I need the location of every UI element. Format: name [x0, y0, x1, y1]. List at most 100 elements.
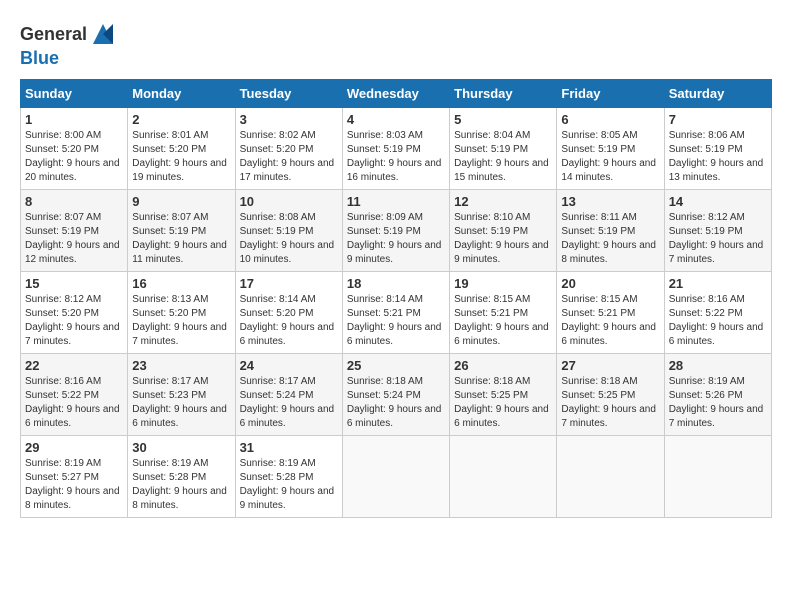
calendar-cell: 4 Sunrise: 8:03 AMSunset: 5:19 PMDaylight… — [342, 108, 449, 190]
calendar-cell: 6 Sunrise: 8:05 AMSunset: 5:19 PMDaylight… — [557, 108, 664, 190]
calendar-cell: 24 Sunrise: 8:17 AMSunset: 5:24 PMDayligh… — [235, 354, 342, 436]
day-info: Sunrise: 8:15 AMSunset: 5:21 PMDaylight:… — [561, 293, 659, 349]
day-info: Sunrise: 8:09 AMSunset: 5:19 PMDaylight:… — [347, 211, 445, 267]
calendar-header-row: SundayMondayTuesdayWednesdayThursdayFrid… — [21, 80, 772, 108]
day-info: Sunrise: 8:18 AMSunset: 5:25 PMDaylight:… — [561, 375, 659, 431]
day-info: Sunrise: 8:16 AMSunset: 5:22 PMDaylight:… — [669, 293, 767, 349]
calendar-cell: 18Sunrise: 8:14 AMSunset: 5:21 PMDayligh… — [342, 272, 449, 354]
calendar-cell: 23Sunrise: 8:17 AMSunset: 5:23 PMDayligh… — [128, 354, 235, 436]
day-info: Sunrise: 8:08 AMSunset: 5:19 PMDaylight:… — [240, 211, 338, 267]
calendar-cell: 14Sunrise: 8:12 AMSunset: 5:19 PMDayligh… — [664, 190, 771, 272]
day-number: 31 — [240, 440, 338, 455]
calendar-week-2: 8 Sunrise: 8:07 AMSunset: 5:19 PMDaylight… — [21, 190, 772, 272]
day-info: Sunrise: 8:11 AMSunset: 5:19 PMDaylight:… — [561, 211, 659, 267]
calendar-cell: 31 Sunrise: 8:19 AMSunset: 5:28 PMDayligh… — [235, 436, 342, 518]
calendar-cell: 13Sunrise: 8:11 AMSunset: 5:19 PMDayligh… — [557, 190, 664, 272]
day-info: Sunrise: 8:13 AMSunset: 5:20 PMDaylight:… — [132, 293, 230, 349]
day-info: Sunrise: 8:03 AMSunset: 5:19 PMDaylight:… — [347, 129, 445, 185]
calendar-cell: 5 Sunrise: 8:04 AMSunset: 5:19 PMDaylight… — [450, 108, 557, 190]
day-number: 18 — [347, 276, 445, 291]
header-sunday: Sunday — [21, 80, 128, 108]
day-info: Sunrise: 8:07 AMSunset: 5:19 PMDaylight:… — [132, 211, 230, 267]
day-number: 12 — [454, 194, 552, 209]
day-number: 30 — [132, 440, 230, 455]
day-info: Sunrise: 8:17 AMSunset: 5:24 PMDaylight:… — [240, 375, 338, 431]
header-monday: Monday — [128, 80, 235, 108]
day-info: Sunrise: 8:00 AMSunset: 5:20 PMDaylight:… — [25, 129, 123, 185]
day-number: 6 — [561, 112, 659, 127]
calendar-cell: 30Sunrise: 8:19 AMSunset: 5:28 PMDayligh… — [128, 436, 235, 518]
day-info: Sunrise: 8:18 AMSunset: 5:25 PMDaylight:… — [454, 375, 552, 431]
calendar-week-4: 22 Sunrise: 8:16 AMSunset: 5:22 PMDayligh… — [21, 354, 772, 436]
calendar-week-1: 1 Sunrise: 8:00 AMSunset: 5:20 PMDaylight… — [21, 108, 772, 190]
logo-icon — [89, 20, 117, 48]
day-number: 8 — [25, 194, 123, 209]
day-number: 5 — [454, 112, 552, 127]
day-number: 17 — [240, 276, 338, 291]
day-info: Sunrise: 8:07 AMSunset: 5:19 PMDaylight:… — [25, 211, 123, 267]
day-info: Sunrise: 8:02 AMSunset: 5:20 PMDaylight:… — [240, 129, 338, 185]
logo: General Blue — [20, 20, 117, 69]
day-number: 15 — [25, 276, 123, 291]
calendar-cell: 26 Sunrise: 8:18 AMSunset: 5:25 PMDayligh… — [450, 354, 557, 436]
day-info: Sunrise: 8:14 AMSunset: 5:20 PMDaylight:… — [240, 293, 338, 349]
day-number: 2 — [132, 112, 230, 127]
calendar-week-5: 29Sunrise: 8:19 AMSunset: 5:27 PMDayligh… — [21, 436, 772, 518]
day-number: 10 — [240, 194, 338, 209]
calendar-cell: 19 Sunrise: 8:15 AMSunset: 5:21 PMDayligh… — [450, 272, 557, 354]
day-number: 14 — [669, 194, 767, 209]
page-header: General Blue — [20, 20, 772, 69]
day-number: 3 — [240, 112, 338, 127]
calendar-cell: 20 Sunrise: 8:15 AMSunset: 5:21 PMDayligh… — [557, 272, 664, 354]
header-friday: Friday — [557, 80, 664, 108]
calendar-week-3: 15 Sunrise: 8:12 AMSunset: 5:20 PMDayligh… — [21, 272, 772, 354]
day-number: 23 — [132, 358, 230, 373]
day-info: Sunrise: 8:18 AMSunset: 5:24 PMDaylight:… — [347, 375, 445, 431]
day-info: Sunrise: 8:19 AMSunset: 5:26 PMDaylight:… — [669, 375, 767, 431]
day-info: Sunrise: 8:10 AMSunset: 5:19 PMDaylight:… — [454, 211, 552, 267]
day-number: 24 — [240, 358, 338, 373]
day-number: 4 — [347, 112, 445, 127]
day-info: Sunrise: 8:19 AMSunset: 5:28 PMDaylight:… — [240, 457, 338, 513]
calendar-cell: 10 Sunrise: 8:08 AMSunset: 5:19 PMDayligh… — [235, 190, 342, 272]
calendar-cell: 17 Sunrise: 8:14 AMSunset: 5:20 PMDayligh… — [235, 272, 342, 354]
day-number: 28 — [669, 358, 767, 373]
calendar-cell: 8 Sunrise: 8:07 AMSunset: 5:19 PMDaylight… — [21, 190, 128, 272]
day-number: 22 — [25, 358, 123, 373]
calendar-cell: 16Sunrise: 8:13 AMSunset: 5:20 PMDayligh… — [128, 272, 235, 354]
calendar-cell: 2 Sunrise: 8:01 AMSunset: 5:20 PMDaylight… — [128, 108, 235, 190]
day-number: 29 — [25, 440, 123, 455]
day-info: Sunrise: 8:16 AMSunset: 5:22 PMDaylight:… — [25, 375, 123, 431]
day-info: Sunrise: 8:05 AMSunset: 5:19 PMDaylight:… — [561, 129, 659, 185]
calendar-cell: 9 Sunrise: 8:07 AMSunset: 5:19 PMDaylight… — [128, 190, 235, 272]
calendar-cell: 3 Sunrise: 8:02 AMSunset: 5:20 PMDaylight… — [235, 108, 342, 190]
day-number: 27 — [561, 358, 659, 373]
calendar-cell: 29Sunrise: 8:19 AMSunset: 5:27 PMDayligh… — [21, 436, 128, 518]
calendar-cell: 1 Sunrise: 8:00 AMSunset: 5:20 PMDaylight… — [21, 108, 128, 190]
calendar-cell: 12 Sunrise: 8:10 AMSunset: 5:19 PMDayligh… — [450, 190, 557, 272]
logo-general: General — [20, 24, 87, 45]
calendar-cell: 7Sunrise: 8:06 AMSunset: 5:19 PMDaylight… — [664, 108, 771, 190]
day-number: 21 — [669, 276, 767, 291]
calendar-cell: 22 Sunrise: 8:16 AMSunset: 5:22 PMDayligh… — [21, 354, 128, 436]
day-info: Sunrise: 8:04 AMSunset: 5:19 PMDaylight:… — [454, 129, 552, 185]
day-number: 19 — [454, 276, 552, 291]
day-info: Sunrise: 8:15 AMSunset: 5:21 PMDaylight:… — [454, 293, 552, 349]
header-tuesday: Tuesday — [235, 80, 342, 108]
day-info: Sunrise: 8:12 AMSunset: 5:20 PMDaylight:… — [25, 293, 123, 349]
calendar-cell: 15 Sunrise: 8:12 AMSunset: 5:20 PMDayligh… — [21, 272, 128, 354]
header-thursday: Thursday — [450, 80, 557, 108]
calendar-cell — [342, 436, 449, 518]
day-number: 25 — [347, 358, 445, 373]
calendar-cell: 28 Sunrise: 8:19 AMSunset: 5:26 PMDayligh… — [664, 354, 771, 436]
header-saturday: Saturday — [664, 80, 771, 108]
day-number: 1 — [25, 112, 123, 127]
day-info: Sunrise: 8:01 AMSunset: 5:20 PMDaylight:… — [132, 129, 230, 185]
day-number: 20 — [561, 276, 659, 291]
calendar-cell: 11 Sunrise: 8:09 AMSunset: 5:19 PMDayligh… — [342, 190, 449, 272]
calendar-table: SundayMondayTuesdayWednesdayThursdayFrid… — [20, 79, 772, 518]
day-number: 11 — [347, 194, 445, 209]
day-number: 9 — [132, 194, 230, 209]
calendar-cell — [664, 436, 771, 518]
day-number: 26 — [454, 358, 552, 373]
